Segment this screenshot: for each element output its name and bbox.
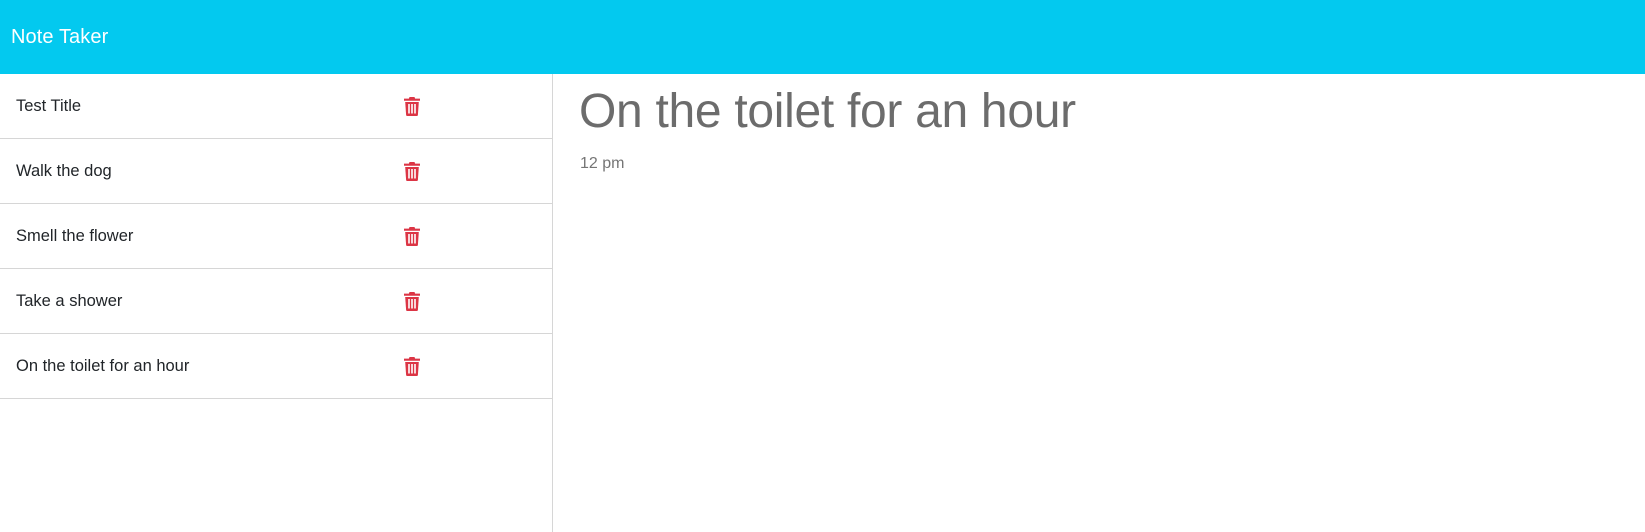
list-item[interactable]: Take a shower <box>0 269 552 334</box>
note-list-panel: Test Title Walk the dog Smell the flower… <box>0 74 553 532</box>
trash-icon-graphic <box>404 291 420 311</box>
note-title-field[interactable]: On the toilet for an hour <box>579 84 1076 139</box>
note-editor: On the toilet for an hour 12 pm <box>553 74 1645 532</box>
trash-icon[interactable] <box>401 355 423 377</box>
list-item[interactable]: Test Title <box>0 74 552 139</box>
trash-icon-graphic <box>404 161 420 181</box>
note-title: Test Title <box>16 96 82 115</box>
note-title: Smell the flower <box>16 226 134 245</box>
trash-icon[interactable] <box>401 225 423 247</box>
navbar: Note Taker <box>0 0 1645 74</box>
note-title: Take a shower <box>16 291 123 310</box>
trash-icon-graphic <box>404 356 420 376</box>
trash-icon-graphic <box>404 96 420 116</box>
trash-icon[interactable] <box>401 160 423 182</box>
list-item[interactable]: Walk the dog <box>0 139 552 204</box>
note-title: On the toilet for an hour <box>16 356 190 375</box>
trash-icon[interactable] <box>401 290 423 312</box>
list-item[interactable]: Smell the flower <box>0 204 552 269</box>
app-title[interactable]: Note Taker <box>11 26 108 49</box>
note-text-field[interactable]: 12 pm <box>580 155 624 173</box>
trash-icon-graphic <box>404 226 420 246</box>
note-list: Test Title Walk the dog Smell the flower… <box>0 74 552 399</box>
note-title: Walk the dog <box>16 161 112 180</box>
trash-icon[interactable] <box>401 95 423 117</box>
list-item[interactable]: On the toilet for an hour <box>0 334 552 399</box>
